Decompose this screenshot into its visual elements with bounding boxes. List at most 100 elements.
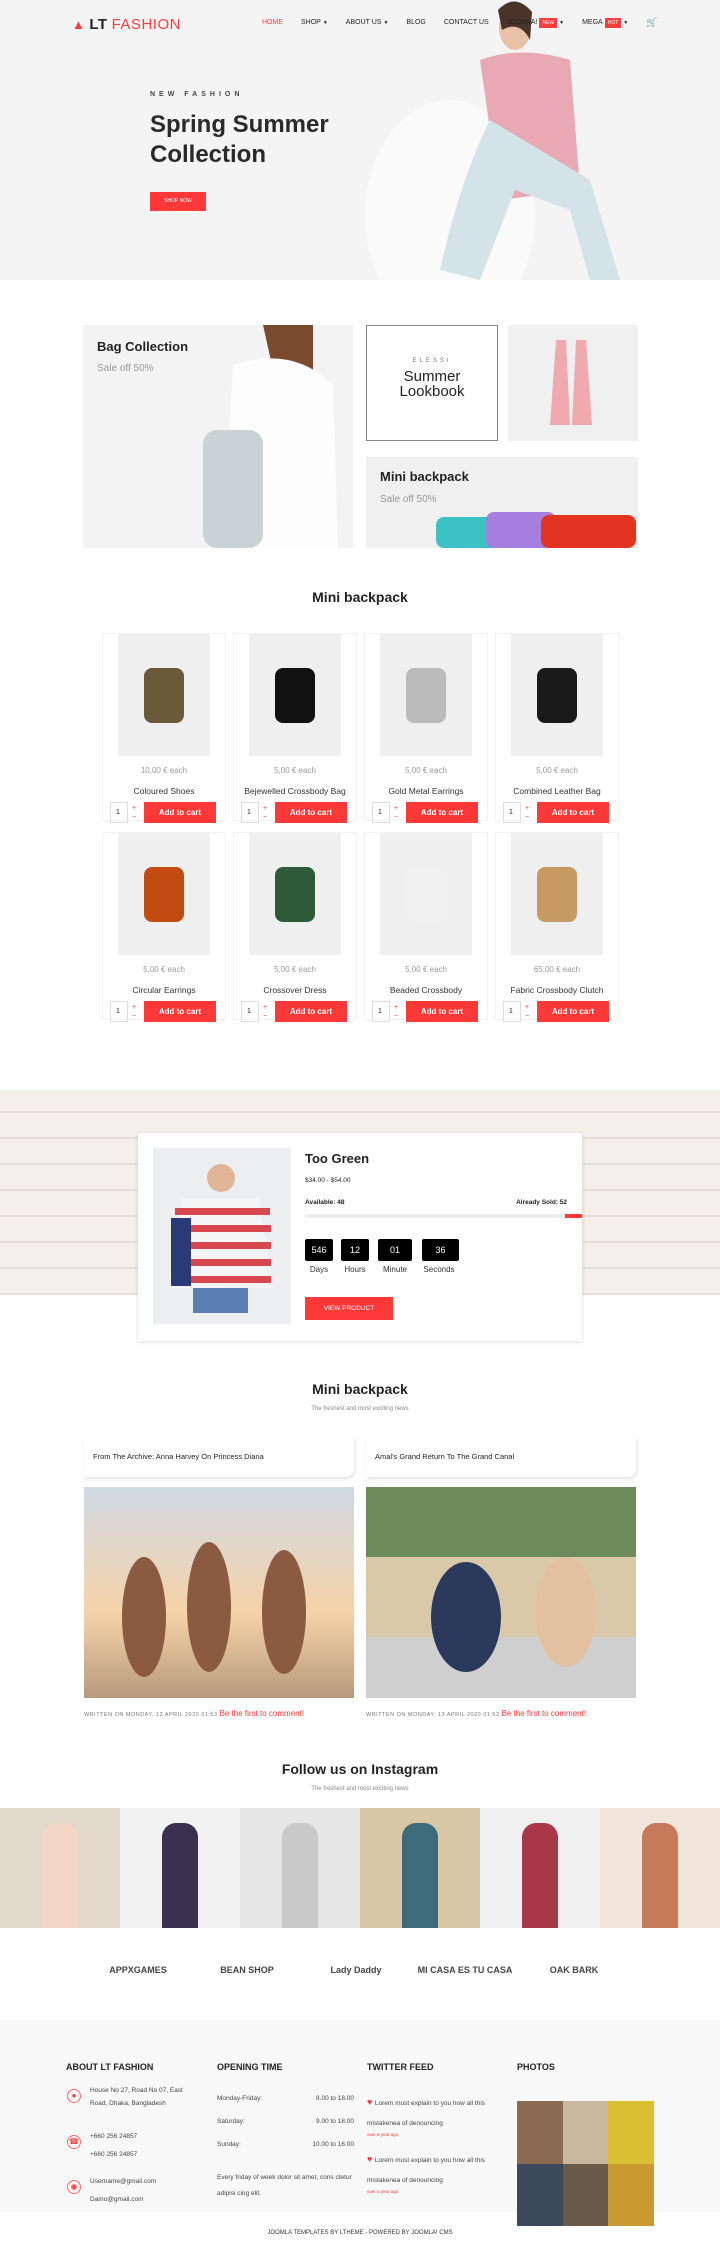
product-name[interactable]: Bejewelled Crossbody Bag xyxy=(234,786,356,796)
product-image[interactable] xyxy=(249,833,341,955)
quantity-stepper[interactable]: + − xyxy=(525,1003,529,1021)
footer-photo[interactable] xyxy=(608,2101,654,2164)
product-name[interactable]: Circular Earrings xyxy=(103,985,225,995)
hours-time: 10.00 to 16.00 xyxy=(312,2141,354,2148)
footer-photo[interactable] xyxy=(562,2101,609,2164)
comment-link[interactable]: Be the first to comment! xyxy=(220,1709,304,1718)
product-image[interactable] xyxy=(380,634,472,756)
blog-image-canal[interactable] xyxy=(366,1487,636,1698)
instagram-photo[interactable] xyxy=(120,1808,240,1928)
product-name[interactable]: Fabric Crossbody Clutch xyxy=(496,985,618,995)
quantity-input[interactable]: 1 xyxy=(372,1001,390,1022)
quantity-stepper[interactable]: + − xyxy=(263,1003,267,1021)
product-card: 5,00 € each Crossover Dress 1 + − Add to cart xyxy=(233,832,357,1022)
product-image[interactable] xyxy=(118,833,210,955)
instagram-photo[interactable] xyxy=(480,1808,600,1928)
brand-logo[interactable]: APPXGAMES xyxy=(88,1965,188,1975)
footer-photo[interactable] xyxy=(517,2163,563,2226)
footer: ABOUT LT FASHION ● House No 27, Road No … xyxy=(0,2020,720,2226)
product-image[interactable] xyxy=(511,634,603,756)
product-image[interactable] xyxy=(380,833,472,955)
product-card: 5,00 € each Beaded Crossbody 1 + − Add to car… xyxy=(364,832,488,1022)
instagram-photo[interactable] xyxy=(600,1808,720,1928)
add-to-cart-button[interactable]: Add to cart xyxy=(406,802,478,823)
banner-mini-backpack[interactable]: Mini backpack Sale off 50% xyxy=(366,457,638,548)
sold-progress-bar xyxy=(305,1214,582,1218)
add-to-cart-button[interactable]: Add to cart xyxy=(406,1001,478,1022)
email[interactable]: Damo@gmail.com xyxy=(90,2193,156,2206)
instagram-photo[interactable] xyxy=(240,1808,360,1928)
hero-model-image xyxy=(440,1,620,280)
footer-about-title: ABOUT LT FASHION xyxy=(66,2062,154,2072)
brand-logo[interactable]: BEAN SHOP xyxy=(197,1965,297,1975)
blog-post-title[interactable]: Amal's Grand Return To The Grand Canal xyxy=(366,1437,636,1477)
product-name[interactable]: Gold Metal Earrings xyxy=(365,786,487,796)
email[interactable]: Username@gmail.com xyxy=(90,2175,156,2188)
site-logo[interactable]: ▲ LT FASHION xyxy=(72,16,181,33)
add-to-cart-button[interactable]: Add to cart xyxy=(275,1001,347,1022)
comment-link[interactable]: Be the first to comment! xyxy=(502,1709,586,1718)
nav-about[interactable]: ABOUT US ▼ xyxy=(346,19,389,26)
product-name[interactable]: Coloured Shoes xyxy=(103,786,225,796)
quantity-stepper[interactable]: + − xyxy=(263,804,267,822)
cart-icon[interactable]: 🛒 xyxy=(646,17,657,28)
footer-photo[interactable] xyxy=(608,2163,654,2226)
product-name[interactable]: Combined Leather Bag xyxy=(496,786,618,796)
nav-mega[interactable]: MEGA HOT ▼ xyxy=(582,17,628,28)
product-image[interactable] xyxy=(249,634,341,756)
product-price: 10,00 € each xyxy=(140,766,188,775)
quantity-input[interactable]: 1 xyxy=(110,1001,128,1022)
brand-logo[interactable]: MI CASA ES TU CASA xyxy=(415,1965,515,1975)
add-to-cart-button[interactable]: Add to cart xyxy=(144,1001,216,1022)
product-name[interactable]: Beaded Crossbody xyxy=(365,985,487,995)
brand-logo[interactable]: OAK BARK xyxy=(524,1965,624,1975)
nav-joomla[interactable]: JOOMLA! NEW ▼ xyxy=(507,17,564,28)
tshirt-icon: ▲ xyxy=(72,17,86,32)
quantity-input[interactable]: 1 xyxy=(503,1001,521,1022)
banner-lookbook[interactable]: ELESSI Summer Lookbook xyxy=(366,325,498,441)
nav-contact[interactable]: CONTACT US xyxy=(444,19,489,26)
blog-date: WRITTEN ON MONDAY, 13 APRIL 2020 01:53 xyxy=(84,1712,218,1718)
quantity-stepper[interactable]: + − xyxy=(525,804,529,822)
quantity-stepper[interactable]: + − xyxy=(394,1003,398,1021)
quantity-stepper[interactable]: + − xyxy=(132,804,136,822)
copyright: JOOMLA TEMPLATES BY LTHEME - POWERED BY … xyxy=(267,2230,453,2236)
quantity-stepper[interactable]: + − xyxy=(394,804,398,822)
hours-note: Every friday of week dolor sit amet, con… xyxy=(217,2174,352,2197)
shop-now-button[interactable]: SHOP NOW xyxy=(150,192,206,211)
countdown-value: 01 xyxy=(378,1239,412,1261)
quantity-input[interactable]: 1 xyxy=(110,802,128,823)
footer-emails: Username@gmail.com Damo@gmail.com xyxy=(90,2175,156,2206)
brand-logo[interactable]: Lady Daddy xyxy=(306,1965,406,1975)
nav-home[interactable]: HOME xyxy=(262,19,283,26)
blog-post-title[interactable]: From The Archive: Anna Harvey On Princes… xyxy=(84,1437,354,1477)
footer-photo[interactable] xyxy=(517,2101,563,2164)
add-to-cart-button[interactable]: Add to cart xyxy=(275,802,347,823)
quantity-input[interactable]: 1 xyxy=(241,1001,259,1022)
banner-bag-collection[interactable]: Bag Collection Sale off 50% xyxy=(83,325,353,548)
instagram-photo[interactable] xyxy=(0,1808,120,1928)
add-to-cart-button[interactable]: Add to cart xyxy=(144,802,216,823)
nav-shop[interactable]: SHOP ▼ xyxy=(301,19,328,26)
quantity-stepper[interactable]: + − xyxy=(132,1003,136,1021)
product-image[interactable] xyxy=(511,833,603,955)
add-to-cart-button[interactable]: Add to cart xyxy=(537,1001,609,1022)
quantity-input[interactable]: 1 xyxy=(241,802,259,823)
banner-earrings[interactable] xyxy=(508,325,638,441)
deal-title: Too Green xyxy=(305,1151,370,1166)
instagram-photo[interactable] xyxy=(360,1808,480,1928)
nav-blog[interactable]: BLOG xyxy=(406,19,425,26)
view-product-button[interactable]: VIEW PRODUCT xyxy=(305,1297,393,1320)
countdown-value: 546 xyxy=(305,1239,333,1261)
product-name[interactable]: Crossover Dress xyxy=(234,985,356,995)
quantity-input[interactable]: 1 xyxy=(372,802,390,823)
deal-product-image xyxy=(153,1148,291,1324)
blog-image-beach[interactable] xyxy=(84,1487,354,1698)
footer-photo[interactable] xyxy=(562,2163,609,2226)
chevron-down-icon: ▼ xyxy=(322,19,328,26)
add-to-cart-button[interactable]: Add to cart xyxy=(537,802,609,823)
quantity-input[interactable]: 1 xyxy=(503,802,521,823)
product-image[interactable] xyxy=(118,634,210,756)
product-photo xyxy=(406,866,446,922)
deal-card: Too Green $34.00 - $54.00 Available: 48 … xyxy=(138,1133,582,1341)
